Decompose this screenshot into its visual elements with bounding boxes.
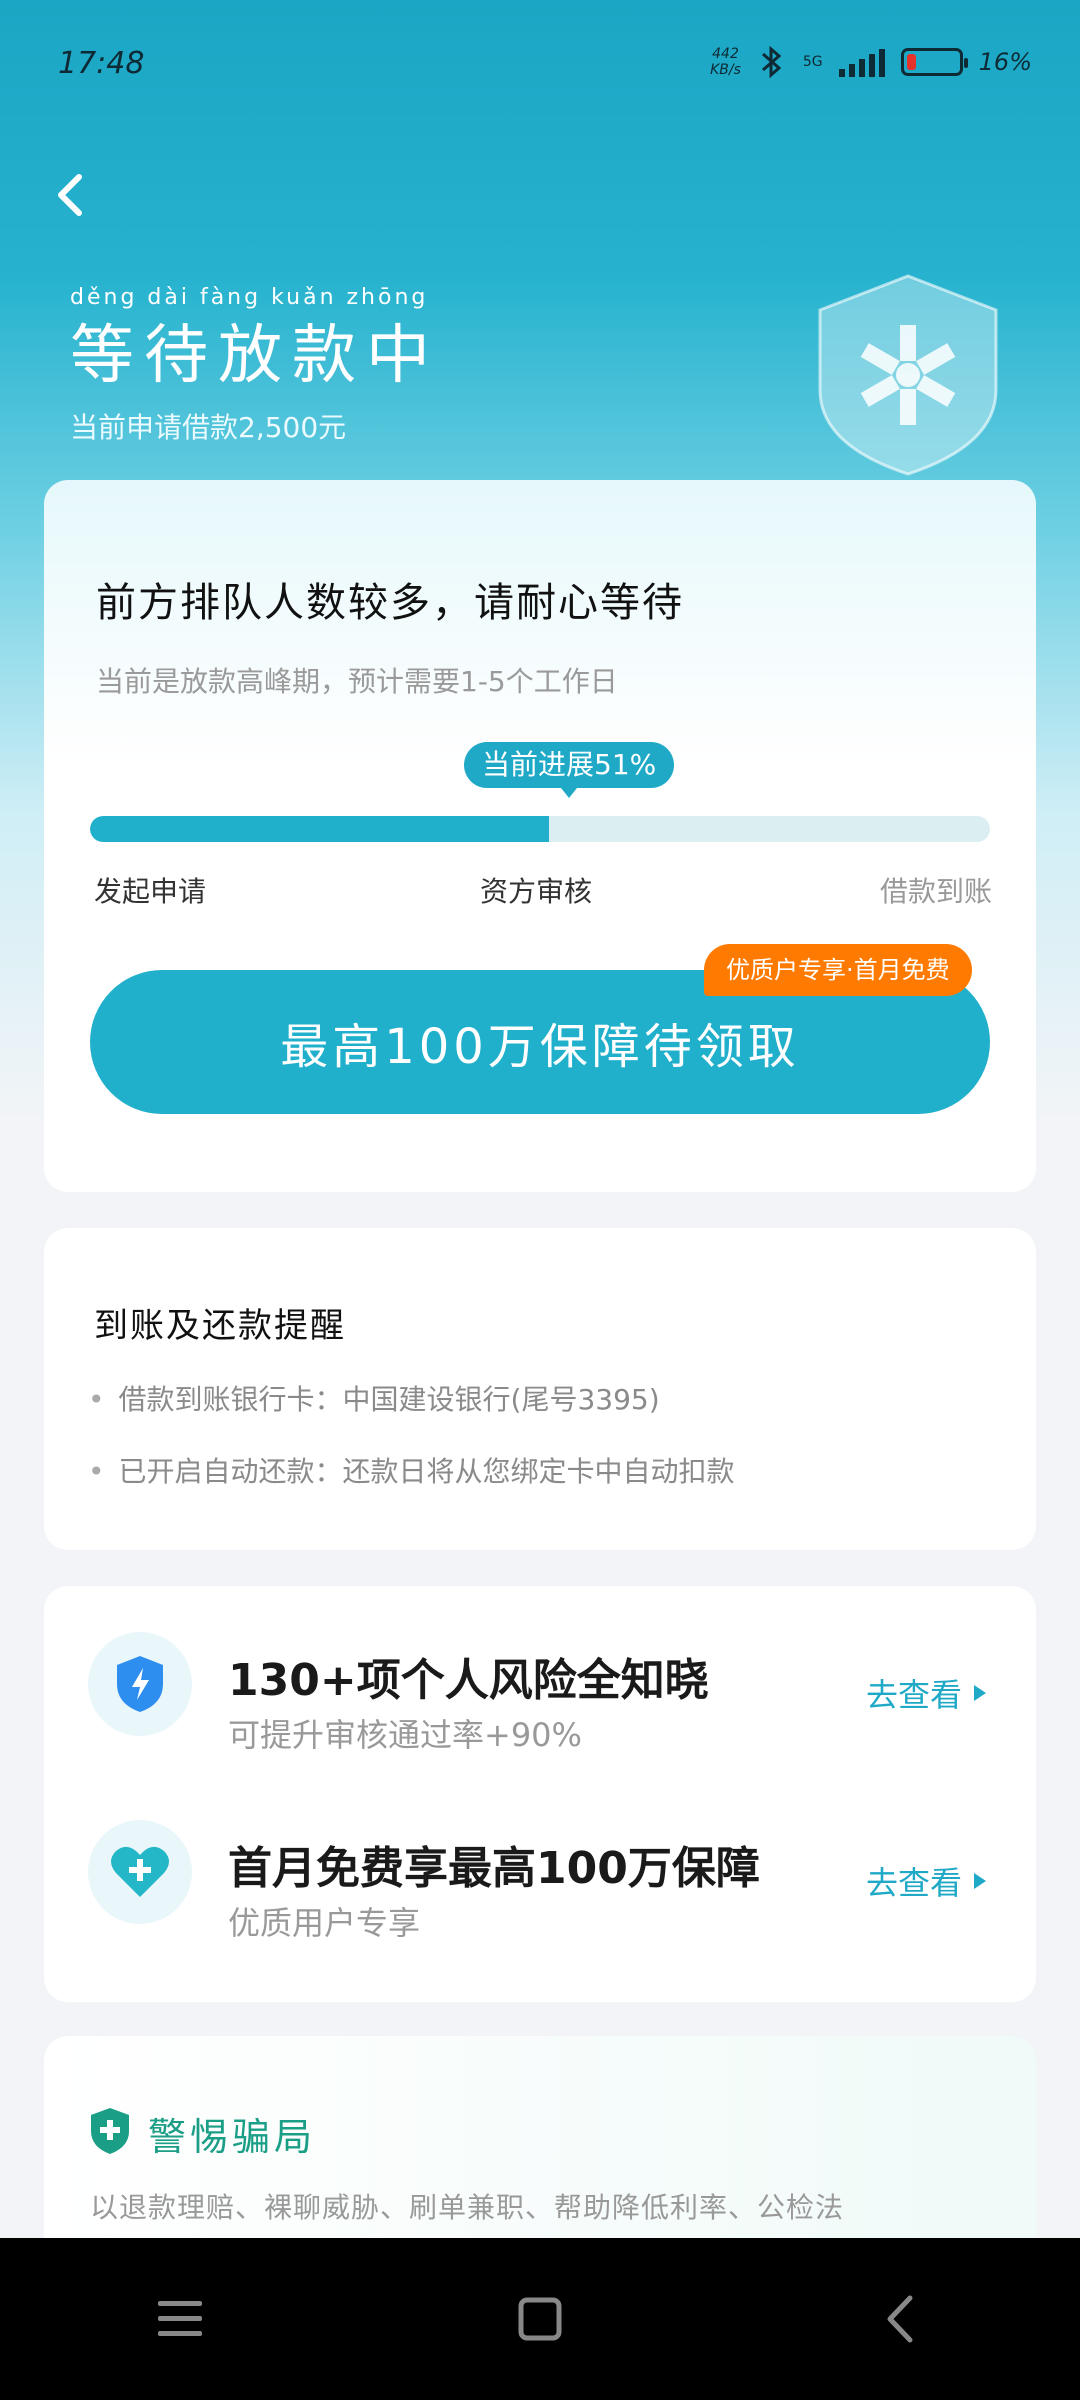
back-arrow-icon — [887, 2295, 913, 2343]
service-title: 130+项个人风险全知晓 — [228, 1655, 709, 1706]
stage-review: 资方审核 — [480, 875, 593, 908]
shield-bolt-icon — [88, 1632, 192, 1736]
bank-logo-shield-icon — [818, 274, 998, 476]
reminder-bank-card: 借款到账银行卡：中国建设银行(尾号3395) — [88, 1378, 660, 1418]
stage-initiate: 发起申请 — [94, 875, 207, 908]
shield-plus-icon — [91, 2108, 129, 2154]
promo-tag: 优质户专享·首月免费 — [704, 944, 972, 996]
fraud-text: 以退款理赔、裸聊威胁、刷单兼职、帮助降低利率、公检法 — [90, 2191, 845, 2224]
reminder-card: 到账及还款提醒 借款到账银行卡：中国建设银行(尾号3395) 已开启自动还款：还… — [44, 1228, 1036, 1550]
home-button[interactable] — [490, 2269, 590, 2369]
service-title: 首月免费享最高100万保障 — [228, 1843, 760, 1894]
reminder-auto-repay: 已开启自动还款：还款日将从您绑定卡中自动扣款 — [88, 1450, 735, 1490]
status-bar: 17:48 442 KB/s 5G 16% — [0, 0, 1080, 130]
menu-button[interactable] — [130, 2269, 230, 2369]
signal-icon — [838, 47, 885, 77]
service-insurance[interactable]: 首月免费享最高100万保障 优质用户专享 去查看 — [44, 1774, 1036, 1954]
progress-badge: 当前进展51% — [464, 742, 675, 798]
view-link[interactable]: 去查看 — [866, 1858, 986, 1904]
battery-percent: 16% — [978, 48, 1032, 76]
arrow-right-icon — [974, 1873, 986, 1889]
service-subtitle: 可提升审核通过率+90% — [228, 1716, 582, 1754]
battery-icon — [900, 48, 968, 76]
reminder-title: 到账及还款提醒 — [94, 1306, 346, 1346]
progress-bar — [90, 816, 990, 842]
queue-note: 当前是放款高峰期，预计需要1-5个工作日 — [96, 665, 618, 698]
arrow-right-icon — [974, 1685, 986, 1701]
system-nav-bar — [0, 2238, 1080, 2400]
nav-back-button[interactable] — [850, 2269, 950, 2369]
chevron-left-icon — [58, 174, 82, 216]
fraud-title: 警惕骗局 — [148, 2115, 317, 2159]
services-card: 130+项个人风险全知晓 可提升审核通过率+90% 去查看 首月免费享最高100… — [44, 1586, 1036, 2002]
status-time: 17:48 — [58, 46, 145, 81]
back-button[interactable] — [36, 160, 106, 230]
service-subtitle: 优质用户专享 — [228, 1904, 421, 1942]
network-speed: 442 KB/s — [710, 46, 741, 78]
progress-card: 前方排队人数较多，请耐心等待 当前是放款高峰期，预计需要1-5个工作日 当前进展… — [44, 480, 1036, 1192]
stage-received: 借款到账 — [879, 875, 992, 908]
home-square-icon — [518, 2297, 562, 2341]
network-type: 5G — [802, 54, 823, 70]
loan-amount-text: 当前申请借款2,500元 — [70, 411, 347, 444]
bluetooth-icon — [761, 45, 782, 79]
page-title: 等待放款中 — [70, 319, 440, 393]
status-icons: 442 KB/s 5G 16% — [710, 44, 1032, 80]
progress-bar-fill — [90, 816, 549, 842]
page-header: děng dài fàng kuǎn zhōng 等待放款中 当前申请借款2,5… — [70, 285, 440, 446]
heart-plus-icon — [88, 1820, 192, 1924]
menu-icon — [158, 2301, 202, 2336]
view-link[interactable]: 去查看 — [866, 1670, 986, 1716]
service-risk-check[interactable]: 130+项个人风险全知晓 可提升审核通过率+90% 去查看 — [44, 1586, 1036, 1766]
queue-heading: 前方排队人数较多，请耐心等待 — [96, 580, 684, 626]
